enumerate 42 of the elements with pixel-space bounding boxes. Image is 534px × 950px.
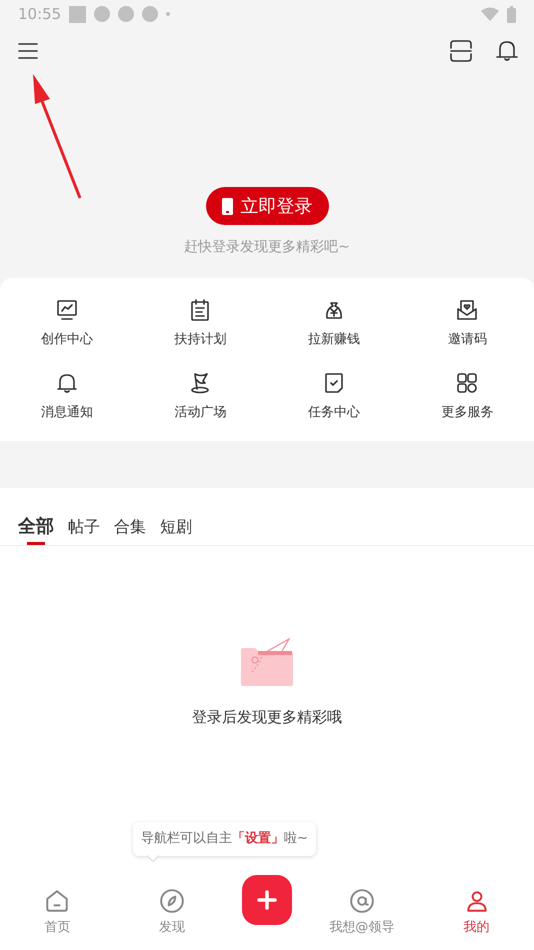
service-item[interactable]: 邀请码	[400, 298, 534, 371]
at-chat-icon	[348, 888, 375, 914]
service-item[interactable]: 拉新赚钱	[267, 298, 400, 371]
tab[interactable]: 全部	[12, 488, 60, 545]
empty-message: 登录后发现更多精彩哦	[192, 707, 342, 728]
tooltip-text: 导航栏可以自主「设置」啦~	[141, 831, 308, 846]
nav-tab[interactable]: 首页	[12, 888, 102, 938]
scan-icon[interactable]	[450, 40, 472, 62]
service-item[interactable]: 任务中心	[267, 371, 400, 444]
empty-folder-icon	[240, 638, 294, 686]
phone-icon	[222, 198, 232, 214]
bell-icon[interactable]	[496, 40, 518, 62]
chart-monitor-icon	[54, 298, 79, 322]
envelope-heart-icon	[455, 298, 480, 322]
tab[interactable]: 短剧	[154, 488, 198, 545]
service-item[interactable]: 创作中心	[0, 298, 134, 371]
nav-tab[interactable]: 我的	[432, 888, 522, 938]
app-notification-icon	[94, 6, 110, 22]
notification-icon	[69, 6, 86, 22]
service-item[interactable]: 更多服务	[400, 371, 534, 444]
nav-tab[interactable]: 发现	[127, 888, 218, 938]
battery-icon	[507, 6, 516, 22]
bell-icon	[54, 371, 79, 395]
compass-icon	[159, 888, 186, 914]
service-item[interactable]: 消息通知	[0, 371, 134, 444]
login-hint: 赶快登录发现更多精彩吧~	[184, 238, 350, 257]
service-item[interactable]: 活动广场	[134, 371, 267, 444]
grid-icon	[455, 371, 480, 395]
add-button[interactable]	[242, 875, 292, 925]
dot-icon	[166, 12, 170, 16]
login-button[interactable]: 立即登录	[206, 187, 328, 225]
plus-icon	[256, 890, 277, 910]
status-time: 10:55	[18, 4, 62, 25]
service-item[interactable]: 扶持计划	[134, 298, 267, 371]
menu-icon[interactable]	[18, 43, 38, 59]
tab[interactable]: 帖子	[62, 488, 106, 545]
nav-tab[interactable]: 我想@领导	[316, 888, 407, 938]
app-notification-icon	[118, 6, 134, 22]
wifi-icon	[481, 7, 499, 21]
home-icon	[44, 888, 70, 914]
tab[interactable]: 合集	[108, 488, 152, 545]
app-notification-icon	[142, 6, 158, 22]
